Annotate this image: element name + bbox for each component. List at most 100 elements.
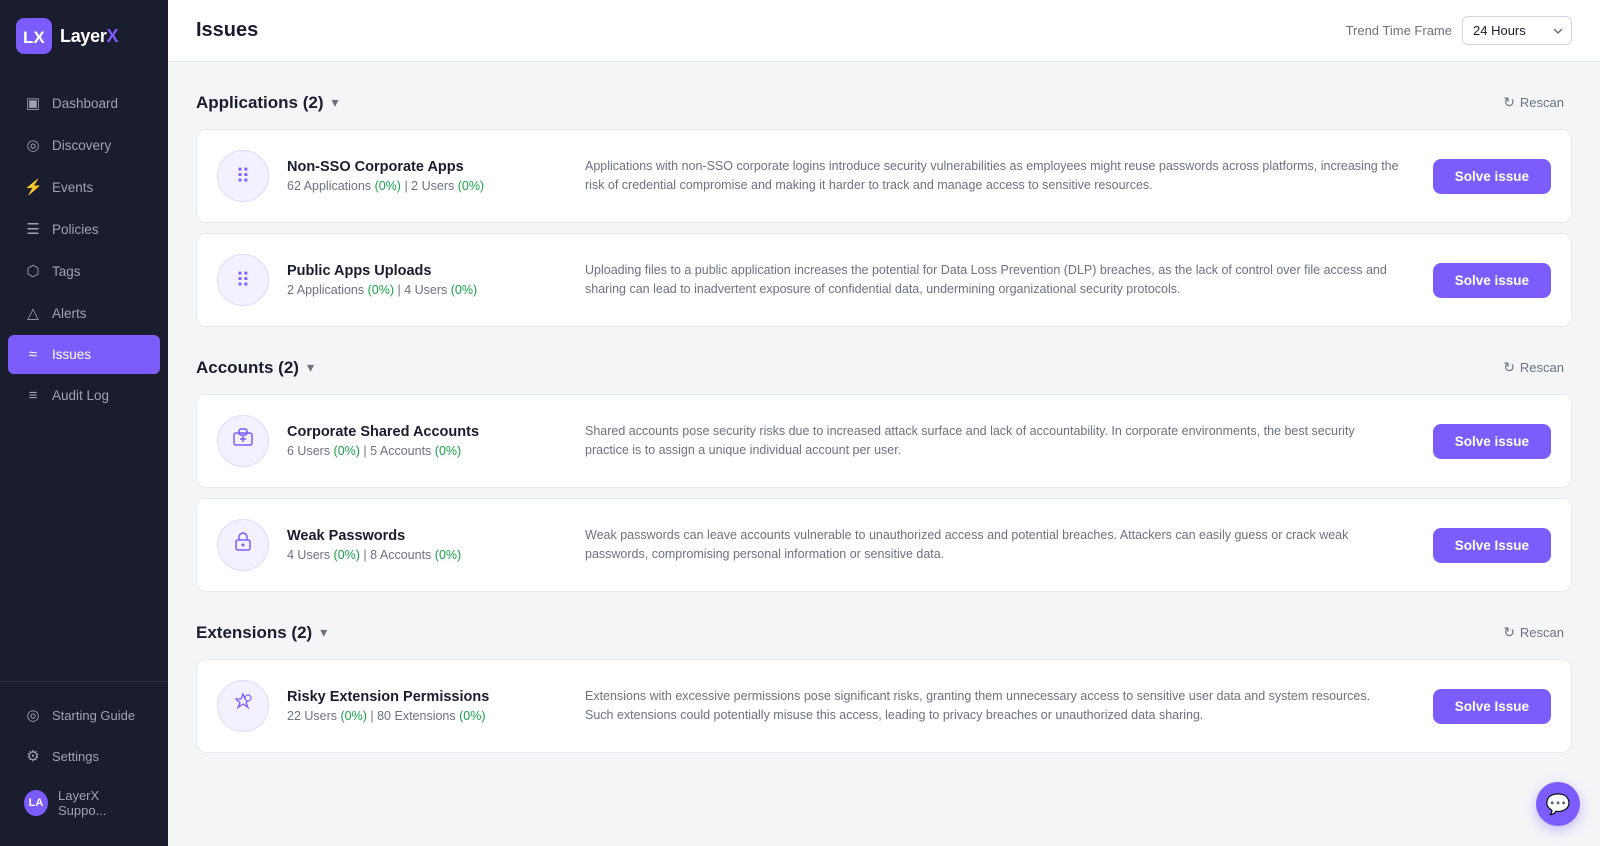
extensions-title-group: Extensions (2) ▾	[196, 623, 327, 643]
shared-accounts-accounts-pct: (0%)	[435, 444, 461, 458]
public-apps-icon-wrap: ⠿	[217, 254, 269, 306]
sidebar-item-settings[interactable]: ⚙ Settings	[8, 736, 160, 776]
svg-text:LX: LX	[23, 28, 45, 47]
weak-passwords-info: Weak Passwords 4 Users (0%) | 8 Accounts…	[287, 528, 567, 562]
accounts-section: Accounts (2) ▾ ↻ Rescan	[196, 355, 1572, 592]
risky-extensions-meta: 22 Users (0%) | 80 Extensions (0%)	[287, 709, 567, 723]
risky-extensions-name: Risky Extension Permissions	[287, 689, 567, 705]
weak-passwords-meta: 4 Users (0%) | 8 Accounts (0%)	[287, 548, 567, 562]
risky-extensions-info: Risky Extension Permissions 22 Users (0%…	[287, 689, 567, 723]
sidebar-item-discovery[interactable]: ◎ Discovery	[8, 125, 160, 165]
sidebar-item-issues[interactable]: ≈ Issues	[8, 335, 160, 374]
issues-icon: ≈	[24, 346, 42, 363]
public-apps-icon: ⠿	[236, 268, 251, 293]
logo-area: LX LayerX	[0, 0, 168, 74]
sidebar-item-label: Settings	[52, 749, 99, 764]
weak-passwords-issue-card: Weak Passwords 4 Users (0%) | 8 Accounts…	[196, 498, 1572, 592]
risky-extensions-icon	[232, 692, 254, 720]
extensions-chevron-icon[interactable]: ▾	[320, 624, 327, 641]
accounts-section-header: Accounts (2) ▾ ↻ Rescan	[196, 355, 1572, 380]
chat-icon: 💬	[1546, 792, 1571, 817]
logo-text: LayerX	[60, 26, 118, 47]
public-apps-meta-users-pct: (0%)	[451, 283, 477, 297]
settings-icon: ⚙	[24, 747, 42, 765]
weak-passwords-users-pct: (0%)	[334, 548, 360, 562]
sidebar-item-label: Alerts	[52, 306, 87, 321]
non-sso-icon: ⠿	[236, 164, 251, 189]
events-icon: ⚡	[24, 178, 42, 196]
avatar: LA	[24, 790, 48, 816]
applications-rescan-button[interactable]: ↻ Rescan	[1495, 90, 1572, 115]
applications-title-group: Applications (2) ▾	[196, 93, 339, 113]
shared-accounts-icon	[232, 427, 254, 455]
page-title: Issues	[196, 19, 258, 42]
sidebar-item-label: Policies	[52, 222, 99, 237]
risky-ext-ext-pct: (0%)	[459, 709, 485, 723]
accounts-rescan-button[interactable]: ↻ Rescan	[1495, 355, 1572, 380]
shared-accounts-name: Corporate Shared Accounts	[287, 424, 567, 440]
sidebar-item-label: Tags	[52, 264, 81, 279]
non-sso-name: Non-SSO Corporate Apps	[287, 159, 567, 175]
sidebar-item-label: Events	[52, 180, 93, 195]
sidebar-item-audit-log[interactable]: ≡ Audit Log	[8, 376, 160, 415]
trend-select[interactable]: 24 Hours 7 Days 30 Days	[1462, 16, 1572, 45]
applications-section-title: Applications (2)	[196, 93, 324, 113]
sidebar: LX LayerX ▣ Dashboard ◎ Discovery ⚡ Even…	[0, 0, 168, 846]
sidebar-item-label: Discovery	[52, 138, 111, 153]
applications-section-header: Applications (2) ▾ ↻ Rescan	[196, 90, 1572, 115]
sidebar-item-dashboard[interactable]: ▣ Dashboard	[8, 83, 160, 123]
shared-accounts-users-pct: (0%)	[334, 444, 360, 458]
weak-passwords-accounts-pct: (0%)	[435, 548, 461, 562]
risky-ext-users-pct: (0%)	[341, 709, 367, 723]
dashboard-icon: ▣	[24, 94, 42, 112]
sidebar-item-alerts[interactable]: △ Alerts	[8, 293, 160, 333]
applications-chevron-icon[interactable]: ▾	[332, 94, 339, 111]
extensions-section-header: Extensions (2) ▾ ↻ Rescan	[196, 620, 1572, 645]
logo-icon: LX	[16, 18, 52, 54]
public-apps-issue-card: ⠿ Public Apps Uploads 2 Applications (0%…	[196, 233, 1572, 327]
non-sso-meta: 62 Applications (0%) | 2 Users (0%)	[287, 179, 567, 193]
weak-passwords-icon	[232, 531, 254, 559]
shared-accounts-description: Shared accounts pose security risks due …	[585, 422, 1399, 461]
alerts-icon: △	[24, 304, 42, 322]
weak-passwords-solve-button[interactable]: Solve Issue	[1433, 528, 1551, 563]
extensions-rescan-button[interactable]: ↻ Rescan	[1495, 620, 1572, 645]
trend-timeframe-group: Trend Time Frame 24 Hours 7 Days 30 Days	[1346, 16, 1572, 45]
rescan-icon: ↻	[1503, 624, 1515, 641]
sidebar-item-label: Issues	[52, 347, 91, 362]
accounts-title-group: Accounts (2) ▾	[196, 358, 314, 378]
risky-extensions-icon-wrap	[217, 680, 269, 732]
chat-support-bubble[interactable]: 💬	[1536, 782, 1580, 826]
accounts-chevron-icon[interactable]: ▾	[307, 359, 314, 376]
extensions-section: Extensions (2) ▾ ↻ Rescan	[196, 620, 1572, 753]
public-apps-meta: 2 Applications (0%) | 4 Users (0%)	[287, 283, 567, 297]
sidebar-item-policies[interactable]: ☰ Policies	[8, 209, 160, 249]
non-sso-solve-button[interactable]: Solve issue	[1433, 159, 1551, 194]
public-apps-description: Uploading files to a public application …	[585, 261, 1399, 300]
non-sso-meta-users-pct: (0%)	[458, 179, 484, 193]
starting-guide-icon: ◎	[24, 706, 42, 724]
sidebar-item-events[interactable]: ⚡ Events	[8, 167, 160, 207]
rescan-icon: ↻	[1503, 94, 1515, 111]
sidebar-item-support[interactable]: LA LayerX Suppo...	[8, 777, 160, 829]
weak-passwords-name: Weak Passwords	[287, 528, 567, 544]
sidebar-item-label: LayerX Suppo...	[58, 788, 144, 818]
accounts-section-title: Accounts (2)	[196, 358, 299, 378]
non-sso-info: Non-SSO Corporate Apps 62 Applications (…	[287, 159, 567, 193]
sidebar-item-tags[interactable]: ⬡ Tags	[8, 251, 160, 291]
risky-extensions-solve-button[interactable]: Solve Issue	[1433, 689, 1551, 724]
public-apps-solve-button[interactable]: Solve issue	[1433, 263, 1551, 298]
non-sso-meta-apps-pct: (0%)	[375, 179, 401, 193]
content-area: Applications (2) ▾ ↻ Rescan ⠿ Non-SSO Co…	[168, 62, 1600, 846]
sidebar-item-label: Starting Guide	[52, 708, 135, 723]
tags-icon: ⬡	[24, 262, 42, 280]
shared-accounts-solve-button[interactable]: Solve issue	[1433, 424, 1551, 459]
extensions-section-title: Extensions (2)	[196, 623, 312, 643]
page-header: Issues Trend Time Frame 24 Hours 7 Days …	[168, 0, 1600, 62]
sidebar-item-starting-guide[interactable]: ◎ Starting Guide	[8, 695, 160, 735]
discovery-icon: ◎	[24, 136, 42, 154]
sidebar-item-label: Audit Log	[52, 388, 109, 403]
sidebar-nav: ▣ Dashboard ◎ Discovery ⚡ Events ☰ Polic…	[0, 74, 168, 681]
weak-passwords-description: Weak passwords can leave accounts vulner…	[585, 526, 1399, 565]
main-area: Issues Trend Time Frame 24 Hours 7 Days …	[168, 0, 1600, 846]
